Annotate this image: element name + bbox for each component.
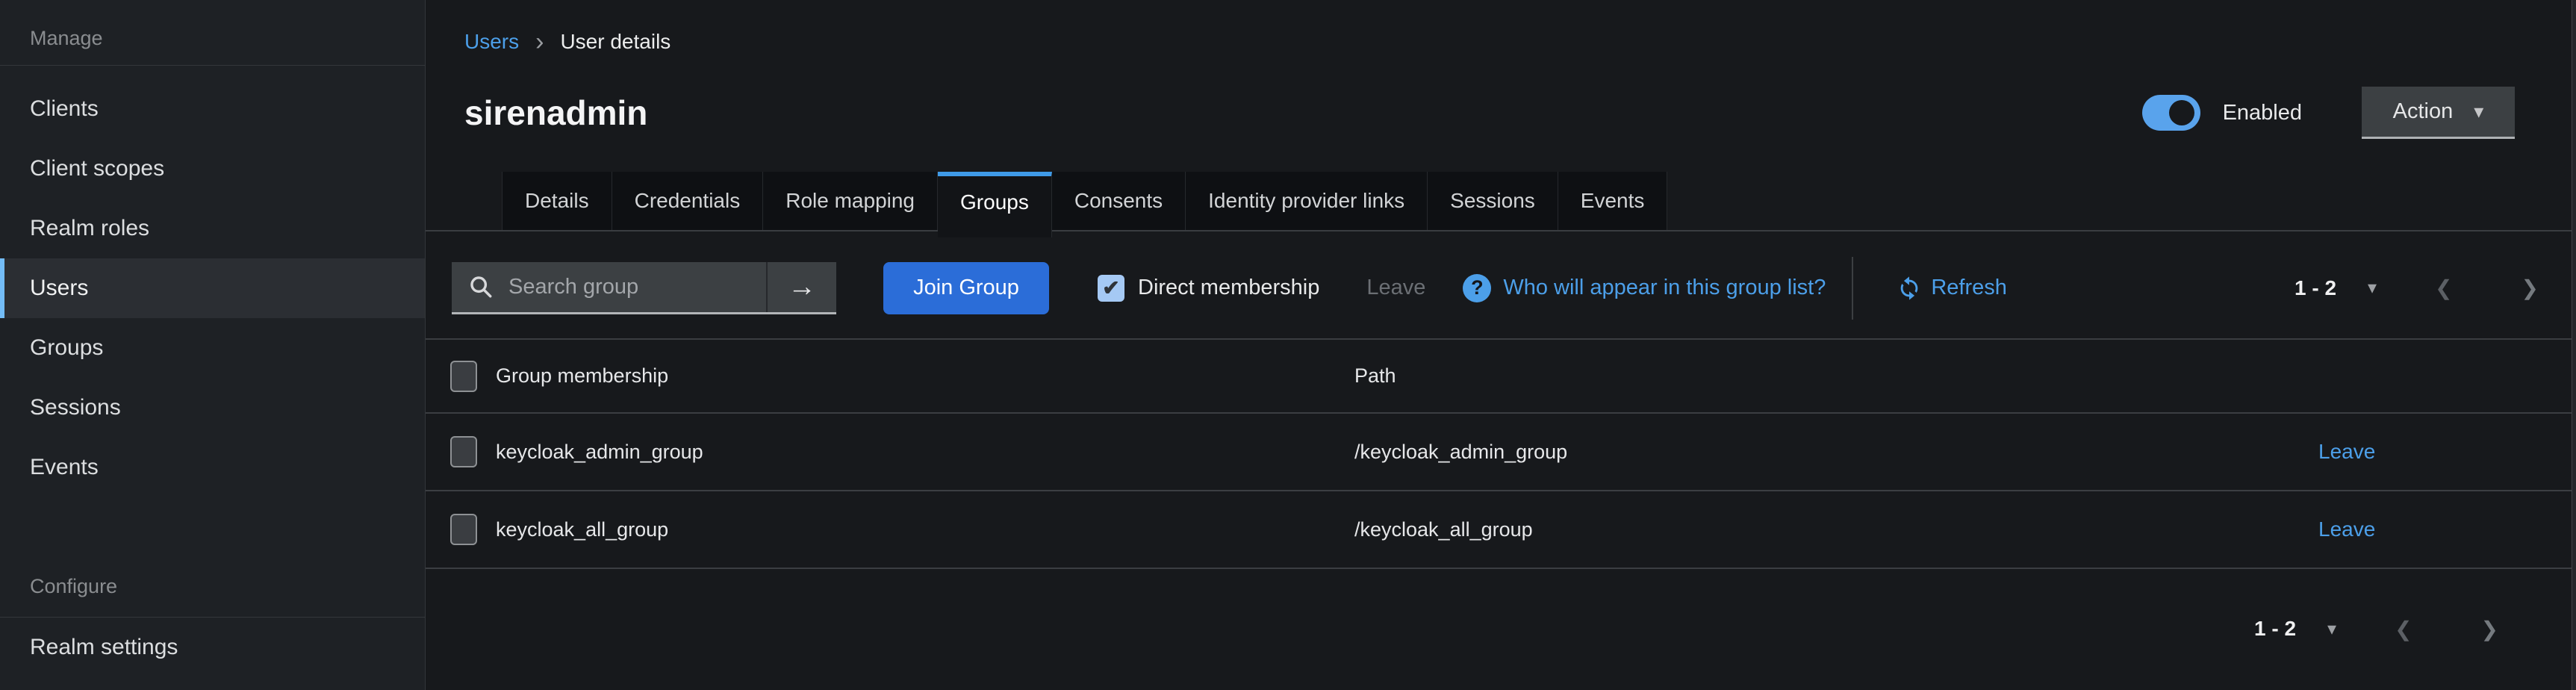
group-name-cell: keycloak_admin_group <box>496 413 1354 491</box>
tab-consents[interactable]: Consents <box>1052 172 1186 230</box>
column-header-group-membership: Group membership <box>496 340 1354 413</box>
groups-toolbar: → Join Group ✔ Direct membership Leave ?… <box>426 237 2576 340</box>
search-submit-button[interactable]: → <box>766 262 836 312</box>
top-pagination: 1 - 2 ▾ ❮ ❯ <box>2295 276 2539 300</box>
sidebar-item-realm-roles[interactable]: Realm roles <box>0 199 425 258</box>
select-all-checkbox[interactable] <box>450 361 477 392</box>
group-path-cell: /keycloak_admin_group <box>1354 413 2318 491</box>
direct-membership-control[interactable]: ✔ Direct membership <box>1098 275 1319 302</box>
sidebar-nav-manage: Clients Client scopes Realm roles Users … <box>0 66 425 497</box>
tab-sessions[interactable]: Sessions <box>1428 172 1558 230</box>
arrow-right-icon: → <box>788 271 816 303</box>
page-title: sirenadmin <box>464 93 647 133</box>
sidebar-item-sessions[interactable]: Sessions <box>0 378 425 438</box>
column-header-path: Path <box>1354 340 2318 413</box>
table-row: keycloak_all_group /keycloak_all_group L… <box>426 491 2576 568</box>
enabled-label: Enabled <box>2223 101 2302 125</box>
join-group-button[interactable]: Join Group <box>883 262 1049 314</box>
pagination-prev-icon[interactable]: ❮ <box>2435 276 2452 300</box>
sidebar-item-clients[interactable]: Clients <box>0 79 425 139</box>
sidebar-section-configure: Configure <box>0 557 425 617</box>
caret-down-icon: ▾ <box>2474 100 2483 123</box>
sidebar-nav-configure: Realm settings <box>0 618 425 677</box>
refresh-label: Refresh <box>1931 276 2007 300</box>
sidebar-item-users[interactable]: Users <box>0 258 425 318</box>
action-dropdown-button[interactable]: Action ▾ <box>2362 87 2515 139</box>
direct-membership-checkbox[interactable]: ✔ <box>1098 275 1124 302</box>
search-group-control: → <box>452 262 836 314</box>
search-input[interactable] <box>507 274 731 300</box>
sidebar-item-groups[interactable]: Groups <box>0 318 425 378</box>
chevron-right-icon: › <box>535 31 544 52</box>
sidebar-section-manage: Manage <box>0 0 425 66</box>
toggle-knob-icon <box>2169 100 2194 125</box>
group-name-cell: keycloak_all_group <box>496 491 1354 568</box>
group-list-help-link[interactable]: ? Who will appear in this group list? <box>1463 274 1826 302</box>
pagination-next-icon[interactable]: ❯ <box>2481 617 2498 641</box>
table-row: keycloak_admin_group /keycloak_admin_gro… <box>426 413 2576 491</box>
checkmark-icon: ✔ <box>1102 276 1119 300</box>
breadcrumb-users-link[interactable]: Users <box>464 30 519 54</box>
keycloak-admin-console: Manage Clients Client scopes Realm roles… <box>0 0 2576 690</box>
leave-row-link[interactable]: Leave <box>2318 440 2375 463</box>
pagination-range: 1 - 2 <box>2295 276 2336 300</box>
search-box <box>452 262 766 312</box>
sidebar-item-client-scopes[interactable]: Client scopes <box>0 139 425 199</box>
pagination-range: 1 - 2 <box>2254 617 2296 641</box>
breadcrumb-current: User details <box>560 30 671 54</box>
tab-credentials[interactable]: Credentials <box>612 172 764 230</box>
enabled-toggle[interactable] <box>2142 95 2200 131</box>
help-link-text: Who will appear in this group list? <box>1503 276 1826 300</box>
breadcrumb: Users › User details <box>464 25 2576 58</box>
window-right-edge <box>2572 0 2576 690</box>
page-header: sirenadmin Enabled Action ▾ <box>426 78 2576 148</box>
group-membership-table: Group membership Path keycloak_admin_gro… <box>426 340 2576 569</box>
sidebar: Manage Clients Client scopes Realm roles… <box>0 0 426 690</box>
bottom-pagination: 1 - 2 ▾ ❮ ❯ <box>426 606 2576 651</box>
tab-groups[interactable]: Groups <box>938 172 1052 237</box>
pagination-caret-icon[interactable]: ▾ <box>2327 618 2336 640</box>
group-path-cell: /keycloak_all_group <box>1354 491 2318 568</box>
tab-events[interactable]: Events <box>1558 172 1668 230</box>
table-header-row: Group membership Path <box>426 340 2576 413</box>
pagination-prev-icon[interactable]: ❮ <box>2395 617 2412 641</box>
search-icon <box>468 274 494 299</box>
refresh-sync-icon <box>1897 276 1922 301</box>
row-checkbox[interactable] <box>450 514 477 545</box>
leave-button-disabled: Leave <box>1366 276 1425 300</box>
header-controls: Enabled Action ▾ <box>2142 87 2515 139</box>
leave-row-link[interactable]: Leave <box>2318 518 2375 541</box>
pagination-next-icon[interactable]: ❯ <box>2521 276 2539 300</box>
sidebar-item-realm-settings[interactable]: Realm settings <box>0 618 425 677</box>
row-checkbox[interactable] <box>450 436 477 467</box>
pagination-caret-icon[interactable]: ▾ <box>2368 277 2377 299</box>
refresh-button[interactable]: Refresh <box>1897 276 2007 301</box>
help-question-icon: ? <box>1463 274 1491 302</box>
action-label: Action <box>2393 99 2454 124</box>
tab-role-mapping[interactable]: Role mapping <box>763 172 938 230</box>
user-detail-tabs: Details Credentials Role mapping Groups … <box>426 172 2576 237</box>
toolbar-divider <box>1852 257 1853 320</box>
tab-identity-provider-links[interactable]: Identity provider links <box>1186 172 1428 230</box>
sidebar-item-events[interactable]: Events <box>0 438 425 497</box>
main-content: Users › User details sirenadmin Enabled … <box>426 0 2576 690</box>
tab-details[interactable]: Details <box>502 172 612 230</box>
direct-membership-label: Direct membership <box>1138 276 1319 300</box>
